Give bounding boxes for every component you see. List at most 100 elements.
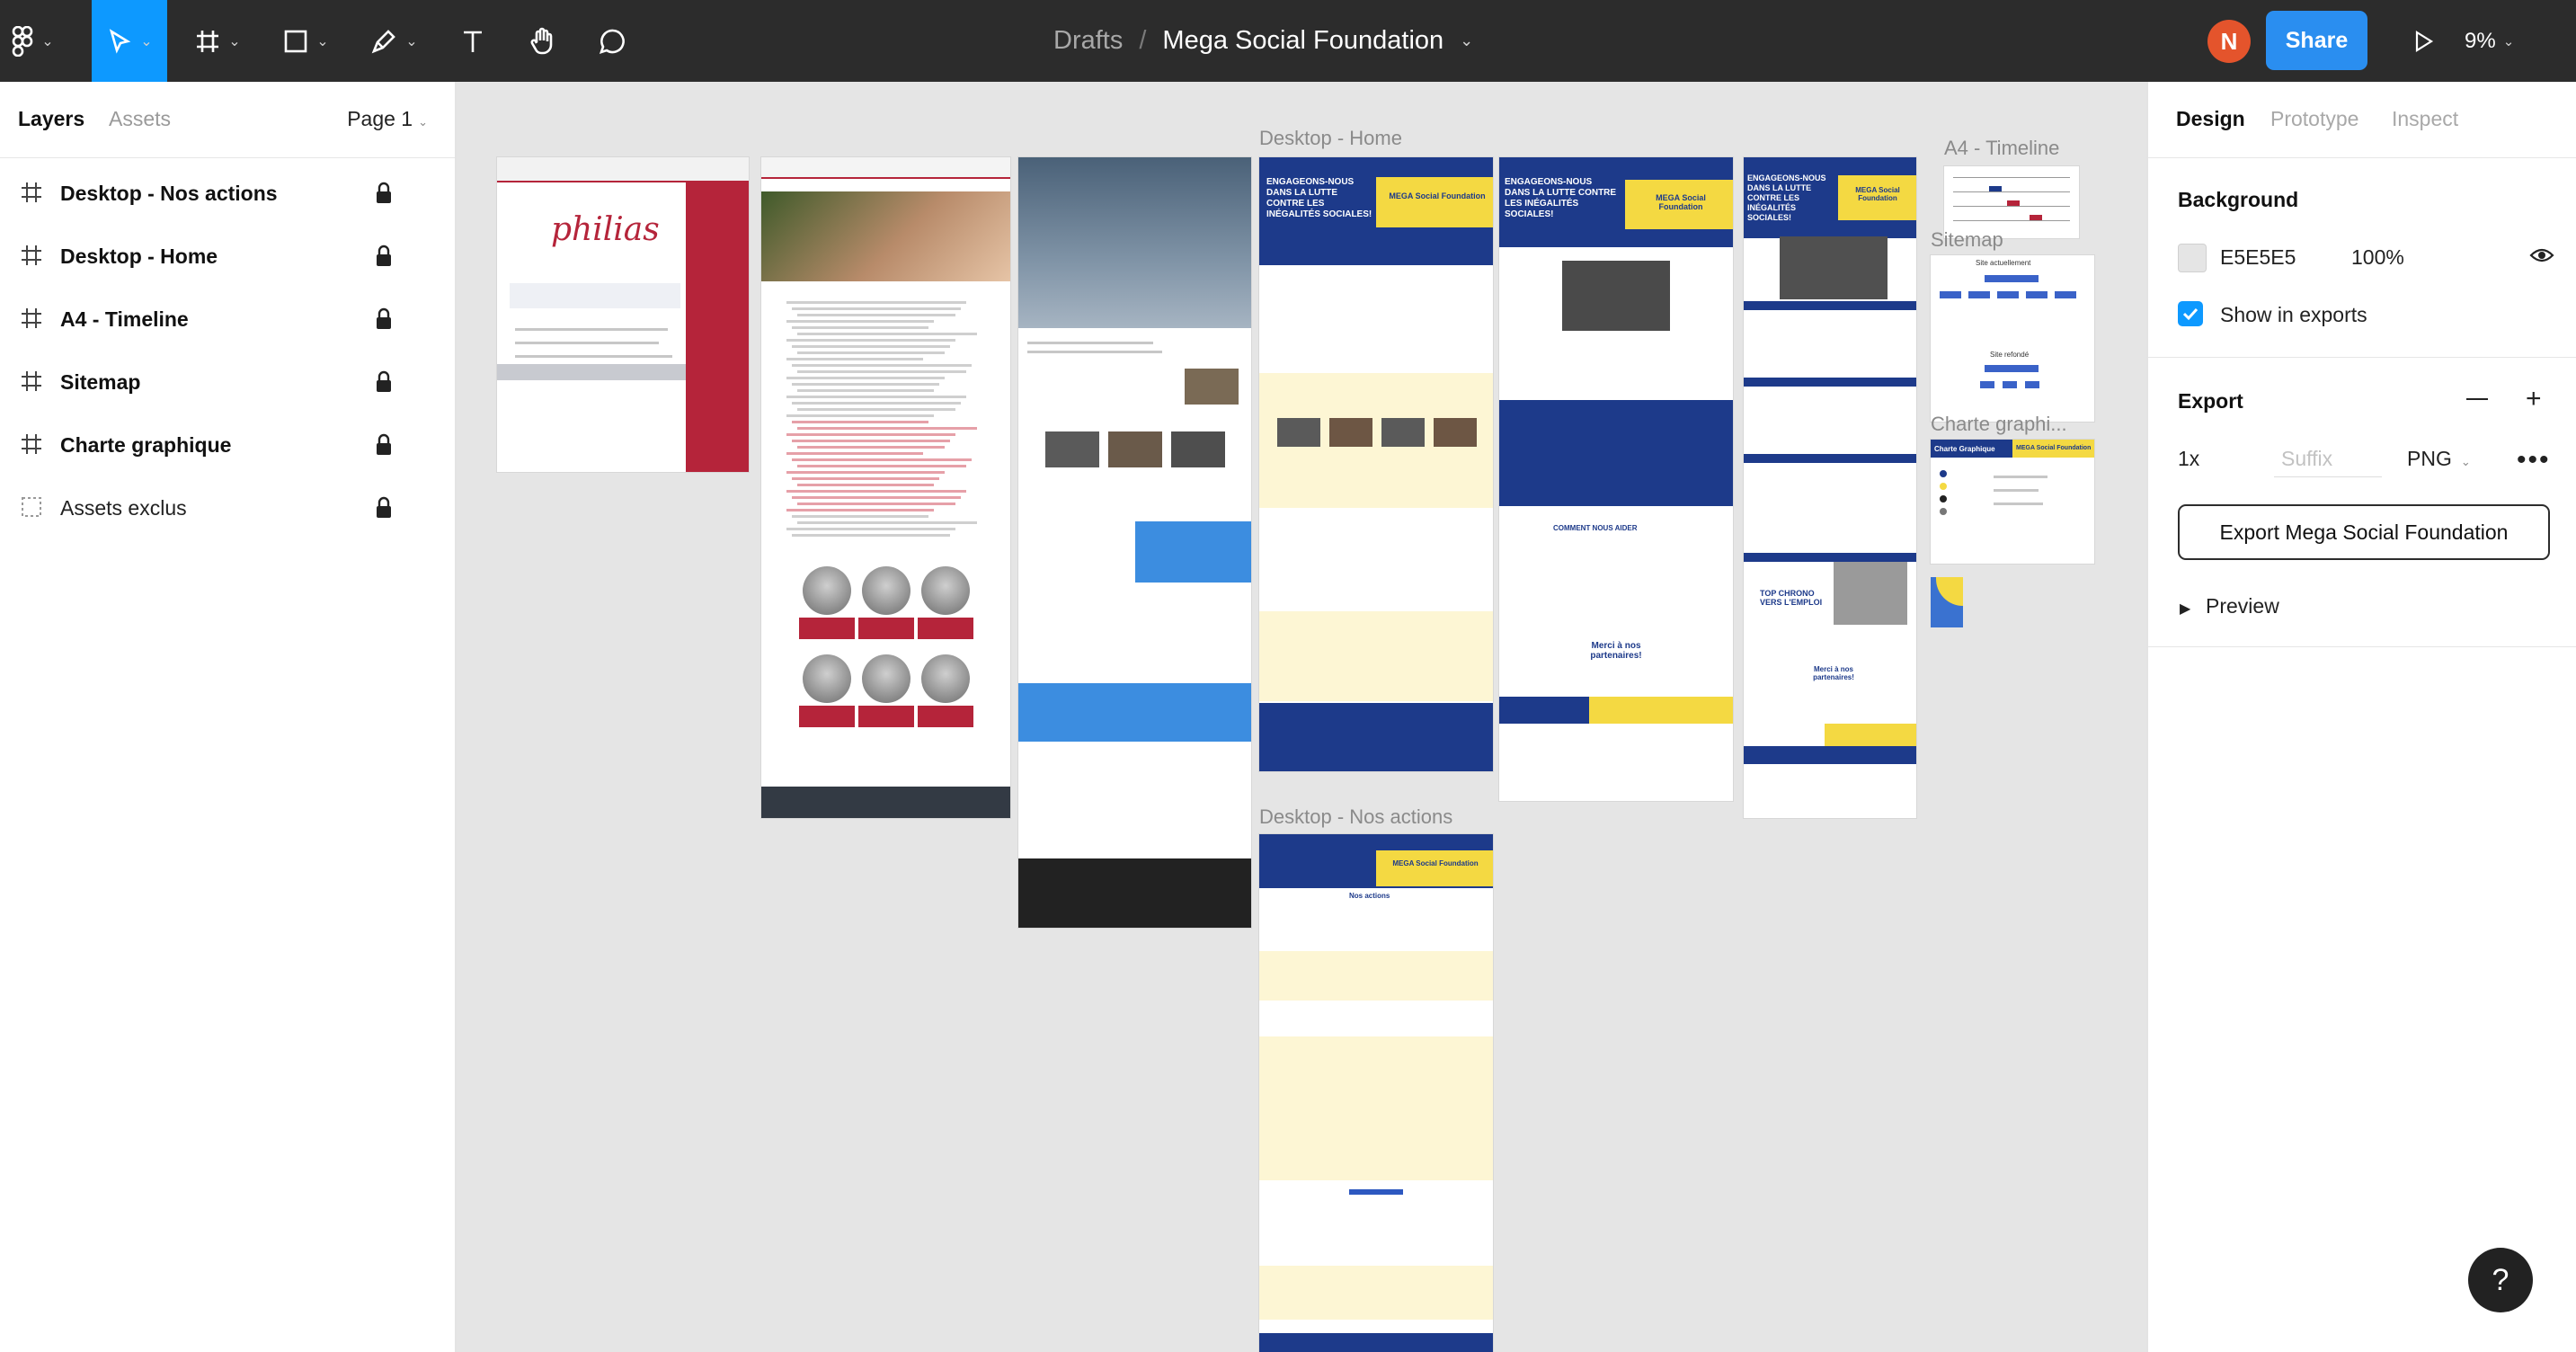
- text-line: [792, 383, 939, 386]
- main-menu-button[interactable]: ⌄: [0, 0, 65, 82]
- file-title[interactable]: Mega Social Foundation: [1162, 26, 1443, 56]
- frame-tool-button[interactable]: ⌄: [180, 0, 255, 82]
- tab-inspect[interactable]: Inspect: [2392, 107, 2458, 131]
- background-hex-input[interactable]: E5E5E5: [2220, 245, 2296, 270]
- background-swatch[interactable]: [2178, 244, 2207, 272]
- frame-philias-old[interactable]: philias: [497, 157, 749, 472]
- frame-label-home[interactable]: Desktop - Home: [1259, 127, 1402, 150]
- page-selector[interactable]: Page 1 ⌄: [347, 107, 428, 131]
- lock-icon[interactable]: [374, 496, 394, 520]
- chevron-down-icon: ⌄: [2502, 33, 2515, 49]
- portrait-photo: [803, 566, 851, 615]
- text-line: [797, 484, 934, 486]
- portrait-caption: [918, 706, 973, 727]
- export-format-label: PNG: [2407, 447, 2452, 470]
- help-button[interactable]: ?: [2468, 1248, 2533, 1312]
- chevron-down-icon[interactable]: ⌄: [1460, 31, 1473, 50]
- footer: [1259, 703, 1493, 771]
- layer-row[interactable]: A4 - Timeline: [0, 290, 455, 348]
- text-line: [792, 326, 928, 329]
- show-in-exports-checkbox[interactable]: [2178, 301, 2203, 326]
- blue-band: [1018, 683, 1251, 742]
- text-line: [792, 496, 961, 499]
- frame-sitemap[interactable]: Site actuellement Site refondé: [1931, 255, 2094, 422]
- preview-toggle[interactable]: Preview: [2206, 594, 2279, 618]
- layer-row[interactable]: Charte graphique: [0, 416, 455, 474]
- text-tool-button[interactable]: [444, 0, 502, 82]
- asset-shape[interactable]: [1931, 577, 1963, 627]
- text-line: [786, 301, 966, 304]
- hero-title: ENGAGEONS-NOUS DANS LA LUTTE CONTRE LES …: [1266, 177, 1372, 219]
- eye-icon[interactable]: [2529, 245, 2554, 270]
- tab-layers[interactable]: Layers: [18, 107, 84, 131]
- tab-design[interactable]: Design: [2176, 107, 2245, 131]
- triangle-right-icon[interactable]: ▶: [2180, 600, 2190, 618]
- text-line: [797, 351, 945, 354]
- portrait-caption: [858, 706, 914, 727]
- present-button[interactable]: [2398, 0, 2448, 82]
- frame-a4-timeline[interactable]: [1944, 166, 2079, 238]
- layer-row[interactable]: Assets exclus: [0, 479, 455, 537]
- frame-philias-page[interactable]: [761, 157, 1010, 818]
- frame-desktop-nos-actions[interactable]: MEGA Social Foundation Nos actions: [1259, 834, 1493, 1352]
- shape-tool-button[interactable]: ⌄: [268, 0, 343, 82]
- frame-photo-site[interactable]: [1018, 157, 1251, 928]
- frame-header: [497, 157, 749, 182]
- frame-label-sitemap[interactable]: Sitemap: [1931, 228, 2003, 252]
- export-scale-select[interactable]: 1x: [2178, 447, 2199, 471]
- portrait-photo: [862, 654, 910, 703]
- shape-tool-icon: [284, 30, 307, 52]
- frame-home-variant-3[interactable]: ENGAGEONS-NOUS DANS LA LUTTE CONTRE LES …: [1744, 157, 1916, 818]
- chevron-down-icon: ⌄: [316, 33, 329, 49]
- lock-icon[interactable]: [374, 370, 394, 394]
- hand-tool-button[interactable]: [514, 0, 572, 82]
- blue-section: [1499, 400, 1733, 506]
- tab-assets[interactable]: Assets: [109, 107, 171, 131]
- hero-photo: [1018, 157, 1251, 328]
- share-button[interactable]: Share: [2266, 11, 2367, 70]
- frame-home-variant-2[interactable]: ENGAGEONS-NOUS DANS LA LUTTE CONTRE LES …: [1499, 157, 1733, 801]
- comment-tool-button[interactable]: [584, 0, 642, 82]
- more-options-icon[interactable]: •••: [2517, 445, 2551, 476]
- lock-icon[interactable]: [374, 433, 394, 457]
- move-tool-button[interactable]: ⌄: [92, 0, 167, 82]
- zoom-control[interactable]: 9% ⌄: [2465, 0, 2514, 82]
- background-opacity-input[interactable]: 100%: [2351, 245, 2404, 270]
- export-format-select[interactable]: PNG ⌄: [2407, 447, 2471, 471]
- play-icon: [2415, 30, 2434, 52]
- frame-label-nos-actions[interactable]: Desktop - Nos actions: [1259, 805, 1452, 829]
- export-button[interactable]: Export Mega Social Foundation: [2178, 504, 2550, 560]
- chevron-down-icon: ⌄: [228, 33, 241, 49]
- breadcrumb-drafts-link[interactable]: Drafts: [1053, 26, 1123, 56]
- lock-icon[interactable]: [374, 307, 394, 331]
- frame-label-timeline[interactable]: A4 - Timeline: [1944, 137, 2059, 160]
- export-suffix-input[interactable]: Suffix: [2274, 441, 2382, 477]
- user-avatar[interactable]: N: [2207, 20, 2251, 63]
- lock-icon[interactable]: [374, 245, 394, 268]
- silhouette-photo: [1562, 261, 1670, 331]
- philias-logo: philias: [551, 211, 660, 248]
- text-line: [786, 490, 966, 493]
- layer-row[interactable]: Desktop - Home: [0, 227, 455, 285]
- text-line: [786, 509, 934, 511]
- frame-desktop-home[interactable]: ENGAGEONS-NOUS DANS LA LUTTE CONTRE LES …: [1259, 157, 1493, 771]
- tab-prototype[interactable]: Prototype: [2270, 107, 2358, 131]
- layer-name: Sitemap: [60, 369, 141, 394]
- add-export-icon[interactable]: +: [2526, 386, 2542, 413]
- layer-row[interactable]: Sitemap: [0, 353, 455, 411]
- pen-tool-button[interactable]: ⌄: [356, 0, 431, 82]
- remove-export-icon[interactable]: [2466, 398, 2488, 400]
- frame-charte-graphique[interactable]: Charte Graphique MEGA Social Foundation: [1931, 440, 2094, 564]
- brand-name: MEGA Social Foundation: [1656, 193, 1706, 211]
- frame-icon: [20, 181, 43, 204]
- figma-logo-icon: [12, 25, 33, 57]
- lock-icon[interactable]: [374, 182, 394, 205]
- brand-name: MEGA Social Foundation: [1392, 859, 1479, 867]
- footer-band: [497, 364, 686, 380]
- canvas[interactable]: philias Desktop - Home ENGAGEONS-NOUS DA…: [457, 82, 2146, 1352]
- comment-tool-icon: [599, 29, 625, 54]
- text-tool-icon: [464, 31, 482, 52]
- frame-label-charte[interactable]: Charte graphi...: [1931, 413, 2067, 436]
- text-line: [786, 433, 955, 436]
- layer-row[interactable]: Desktop - Nos actions: [0, 165, 455, 222]
